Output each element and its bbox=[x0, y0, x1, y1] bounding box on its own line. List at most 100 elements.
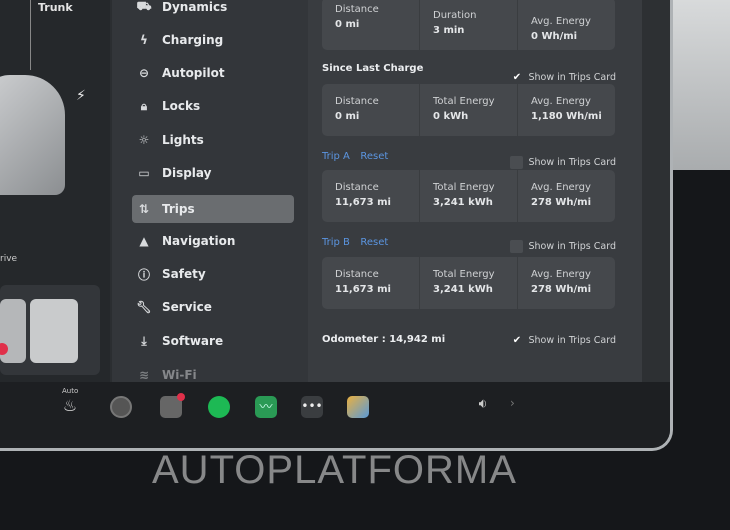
stat-value: 11,673 mi bbox=[335, 284, 391, 295]
since-last-charge-card: Distance 0 mi Total Energy 0 kWh Avg. Ener… bbox=[322, 84, 615, 136]
menu-item-safety[interactable]: ⓘ Safety bbox=[132, 260, 294, 288]
trip-a-title: Trip A bbox=[322, 151, 350, 162]
menu-item-dynamics[interactable]: ⛟ Dynamics bbox=[132, 0, 294, 21]
stat-label: Distance bbox=[335, 269, 379, 280]
menu-item-charging[interactable]: ϟ Charging bbox=[132, 26, 294, 54]
menu-item-service[interactable]: 🔧︎ Service bbox=[132, 293, 294, 321]
odometer-label: Odometer bbox=[322, 334, 379, 345]
chevron-right-icon[interactable]: › bbox=[510, 396, 532, 418]
watermark: AUTOPLATFORMA bbox=[152, 448, 517, 492]
rear-seat bbox=[30, 299, 78, 363]
menu-item-software[interactable]: ⤓ Software bbox=[132, 327, 294, 355]
current-trip-card: Distance 0 mi Duration 3 min Avg. Energy 0 … bbox=[322, 0, 615, 50]
show-in-trips-card-checkbox[interactable]: ✔ Show in Trips Card bbox=[510, 334, 616, 347]
checkmark-icon: ✔ bbox=[512, 335, 522, 346]
stat: Total Energy 3,241 kWh bbox=[419, 257, 517, 309]
bolt-icon: ϟ bbox=[140, 33, 148, 47]
stat: Distance 0 mi bbox=[322, 84, 419, 136]
menu-item-navigation[interactable]: ▲ Navigation bbox=[132, 227, 294, 255]
stat-value: 3 min bbox=[433, 25, 465, 36]
stat: Duration 3 min bbox=[419, 0, 517, 50]
camera-icon[interactable] bbox=[110, 396, 132, 418]
stat: Avg. Energy 278 Wh/mi bbox=[517, 170, 615, 222]
seat-heater-auto-label: Auto bbox=[62, 387, 79, 395]
menu-item-lights[interactable]: ☼ Lights bbox=[132, 126, 294, 154]
stat-value: 278 Wh/mi bbox=[531, 284, 592, 295]
stat-value: 3,241 kWh bbox=[433, 197, 493, 208]
trip-b-reset-button[interactable]: Reset bbox=[360, 237, 388, 248]
seat-map[interactable] bbox=[0, 285, 100, 375]
navigation-icon: ▲ bbox=[139, 234, 149, 248]
separator: : bbox=[381, 334, 386, 345]
show-in-trips-card-checkbox[interactable]: Show in Trips Card bbox=[510, 240, 616, 253]
toybox-icon[interactable] bbox=[347, 396, 369, 418]
seat-heater-icon[interactable]: ♨ bbox=[59, 396, 81, 418]
menu-item-trips[interactable]: ⇅ Trips bbox=[132, 195, 294, 223]
stat-value: 0 Wh/mi bbox=[531, 31, 578, 42]
menu-label: Charging bbox=[162, 33, 224, 47]
stat: Avg. Energy 278 Wh/mi bbox=[517, 257, 615, 309]
trip-a-reset-button[interactable]: Reset bbox=[360, 151, 388, 162]
wifi-icon: ≋ bbox=[138, 368, 150, 382]
stat-label: Distance bbox=[335, 96, 379, 107]
show-in-trips-card-checkbox[interactable]: Show in Trips Card bbox=[510, 156, 616, 169]
wrench-icon: 🔧︎ bbox=[136, 300, 152, 314]
settings-menu: ⛟ Dynamics ϟ Charging ⊖ Autopilot 🔒︎ Locks ☼… bbox=[112, 0, 308, 382]
charging-bolt-icon: ⚡ bbox=[76, 88, 86, 104]
sun-icon: ☼ bbox=[138, 133, 150, 147]
menu-label: Trips bbox=[162, 202, 195, 216]
menu-label: Lights bbox=[162, 133, 204, 147]
stat-value: 0 mi bbox=[335, 111, 360, 122]
stat-label: Total Energy bbox=[433, 182, 495, 193]
trunk-label[interactable]: Trunk bbox=[38, 1, 73, 14]
drive-label: rive bbox=[0, 254, 18, 264]
menu-label: Software bbox=[162, 334, 224, 348]
stat-value: 0 kWh bbox=[433, 111, 469, 122]
trips-icon: ⇅ bbox=[138, 202, 150, 216]
stat-label: Duration bbox=[433, 10, 477, 21]
car-status-panel: Trunk ⚡ rive bbox=[0, 0, 110, 382]
stat: Total Energy 0 kWh bbox=[419, 84, 517, 136]
menu-label: Autopilot bbox=[162, 66, 225, 80]
trip-a-card: Distance 11,673 mi Total Energy 3,241 kWh … bbox=[322, 170, 615, 222]
stat-label: Avg. Energy bbox=[531, 16, 591, 27]
stat-label: Total Energy bbox=[433, 96, 495, 107]
menu-item-display[interactable]: ▭ Display bbox=[132, 159, 294, 187]
trip-b-title: Trip B bbox=[322, 237, 350, 248]
stat: Distance 11,673 mi bbox=[322, 170, 419, 222]
stat: Total Energy 3,241 kWh bbox=[419, 170, 517, 222]
show-in-trips-card-checkbox[interactable]: ✔ Show in Trips Card bbox=[510, 71, 616, 84]
stat: Avg. Energy 0 Wh/mi bbox=[517, 0, 615, 50]
car-image bbox=[0, 75, 65, 195]
trip-b-card: Distance 11,673 mi Total Energy 3,241 kWh … bbox=[322, 257, 615, 309]
stat-value: 1,180 Wh/mi bbox=[531, 111, 602, 122]
trunk-line bbox=[30, 0, 31, 70]
energy-app-icon[interactable]: 〰 bbox=[255, 396, 277, 418]
more-apps-icon[interactable]: ••• bbox=[301, 396, 323, 418]
stat-label: Avg. Energy bbox=[531, 182, 591, 193]
dashcam-icon[interactable] bbox=[160, 393, 185, 418]
menu-label: Service bbox=[162, 300, 212, 314]
taskbar: Auto ♨ 〰 ••• 🔉︎ › bbox=[0, 382, 670, 448]
stat-value: 3,241 kWh bbox=[433, 284, 493, 295]
checkbox-label: Show in Trips Card bbox=[528, 157, 616, 168]
menu-item-autopilot[interactable]: ⊖ Autopilot bbox=[132, 59, 294, 87]
volume-icon[interactable]: 🔉︎ bbox=[472, 396, 494, 418]
stat-value: 0 mi bbox=[335, 19, 360, 30]
checkbox-label: Show in Trips Card bbox=[528, 335, 616, 346]
spotify-icon[interactable] bbox=[208, 396, 230, 418]
checkbox-label: Show in Trips Card bbox=[528, 241, 616, 252]
stat: Distance 0 mi bbox=[322, 0, 419, 50]
screen-edge bbox=[642, 0, 670, 382]
stat-label: Avg. Energy bbox=[531, 96, 591, 107]
steering-wheel-icon: ⊖ bbox=[138, 66, 150, 80]
menu-label: Safety bbox=[162, 267, 206, 281]
menu-label: Display bbox=[162, 166, 212, 180]
stat-value: 278 Wh/mi bbox=[531, 197, 592, 208]
menu-item-locks[interactable]: 🔒︎ Locks bbox=[132, 92, 294, 120]
stat: Avg. Energy 1,180 Wh/mi bbox=[517, 84, 615, 136]
odometer: Odometer : 14,942 mi bbox=[322, 334, 445, 345]
menu-label: Wi-Fi bbox=[162, 368, 197, 382]
trips-content: Distance 0 mi Duration 3 min Avg. Energy 0 … bbox=[308, 0, 642, 382]
display-icon: ▭ bbox=[138, 166, 150, 180]
